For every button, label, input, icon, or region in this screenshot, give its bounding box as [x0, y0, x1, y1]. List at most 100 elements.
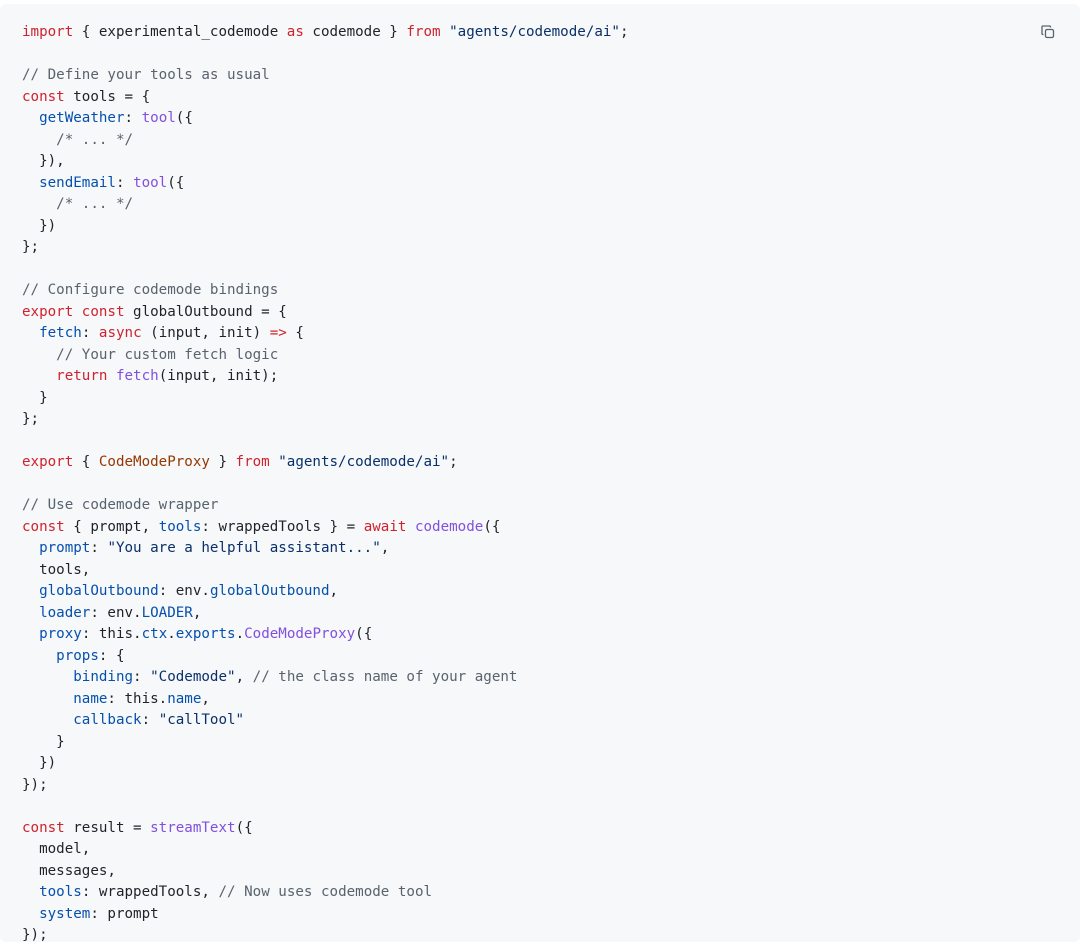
- code-token-plain: result =: [64, 819, 151, 836]
- code-token-plain: ({: [355, 626, 373, 642]
- code-token-plain: : this.: [81, 626, 142, 642]
- code-token-string: "Codemode": [150, 669, 236, 685]
- code-token-plain: .: [167, 626, 176, 642]
- code-token-comment: // Define your tools as usual: [22, 67, 270, 83]
- code-line: tools: wrappedTools, // Now uses codemod…: [22, 882, 1058, 904]
- code-token-plain: ({: [235, 819, 253, 836]
- code-line: const { prompt, tools: wrappedTools } = …: [22, 517, 1058, 539]
- code-line: globalOutbound: env.globalOutbound,: [22, 581, 1058, 603]
- code-token-keyword: const: [22, 518, 65, 535]
- code-token-plain: }): [22, 755, 57, 771]
- code-token-keyword: await: [363, 518, 407, 535]
- code-token-property: tools: [39, 884, 82, 900]
- code-token-property: sendEmail: [39, 174, 116, 191]
- code-token-class: CodeModeProxy: [98, 454, 210, 470]
- code-line: }): [22, 216, 1058, 238]
- code-token-keyword: from: [235, 454, 270, 470]
- code-token-plain: }: [22, 389, 48, 406]
- code-token-function: streamText: [150, 819, 236, 836]
- code-token-property: fetch: [39, 325, 82, 341]
- code-token-keyword: const: [22, 88, 65, 105]
- code-content: import { experimental_codemode as codemo…: [22, 22, 1058, 947]
- code-line: fetch: async (input, init) => {: [22, 323, 1058, 345]
- code-token-plain: };: [22, 411, 40, 427]
- code-token-function: codemode: [414, 518, 484, 535]
- code-token-keyword: return: [56, 368, 108, 384]
- code-token-plain: globalOutbound = {: [124, 303, 287, 320]
- code-line: const tools = {: [22, 87, 1058, 109]
- code-token-plain: }): [22, 217, 57, 234]
- code-token-plain: { experimental_codemode: [73, 24, 287, 40]
- code-token-function: CodeModeProxy: [244, 626, 356, 642]
- code-line: proxy: this.ctx.exports.CodeModeProxy({: [22, 624, 1058, 646]
- code-line: tools,: [22, 560, 1058, 582]
- code-token-plain: : wrappedTools,: [81, 884, 219, 900]
- code-line: loader: env.LOADER,: [22, 603, 1058, 625]
- code-token-keyword: async: [98, 325, 142, 341]
- code-token-string: "You are a helpful assistant...": [107, 540, 381, 556]
- code-line: });: [22, 925, 1058, 947]
- code-token-plain: : env.: [90, 604, 142, 621]
- code-line: // Define your tools as usual: [22, 65, 1058, 87]
- code-token-comment: // Use codemode wrapper: [22, 497, 219, 513]
- code-token-function: tool: [141, 110, 176, 126]
- code-token-string: "agents/codemode/ai": [449, 24, 620, 40]
- code-token-keyword: from: [406, 24, 441, 40]
- code-line: // Your custom fetch logic: [22, 345, 1058, 367]
- code-token-plain: ({: [167, 174, 185, 191]
- code-line: }: [22, 732, 1058, 754]
- code-token-string: "callTool": [158, 712, 245, 728]
- code-token-keyword: const: [22, 819, 65, 836]
- code-token-plain: };: [22, 239, 40, 255]
- code-token-property: loader: [39, 604, 91, 621]
- copy-button[interactable]: [1034, 18, 1062, 46]
- code-token-plain: .: [235, 626, 245, 642]
- code-token-property: globalOutbound: [209, 583, 330, 599]
- code-line: });: [22, 775, 1058, 797]
- code-token-keyword: as: [286, 24, 304, 40]
- code-token-plain: {: [73, 454, 99, 470]
- code-line: binding: "Codemode", // the class name o…: [22, 667, 1058, 689]
- code-token-plain: }),: [22, 153, 65, 169]
- code-token-property: prompt: [39, 540, 91, 556]
- code-token-plain: {: [286, 325, 304, 341]
- code-token-function: fetch: [115, 368, 159, 384]
- code-token-plain: :: [124, 110, 142, 126]
- code-token-plain: }: [209, 454, 236, 470]
- code-token-plain: });: [22, 776, 48, 793]
- code-token-plain: : wrappedTools } =: [201, 518, 364, 535]
- code-token-plain: ,: [201, 690, 210, 707]
- code-line: const result = streamText({: [22, 818, 1058, 840]
- code-token-property: tools: [158, 518, 202, 535]
- copy-icon: [1041, 25, 1055, 39]
- code-line: }),: [22, 151, 1058, 173]
- code-token-property: name: [167, 690, 202, 707]
- code-token-keyword: const: [81, 303, 125, 320]
- code-block: import { experimental_codemode as codemo…: [0, 4, 1080, 943]
- code-token-property: getWeather: [39, 110, 125, 126]
- code-token-plain: messages,: [22, 862, 116, 879]
- code-token-plain: model,: [22, 841, 91, 857]
- code-line: import { experimental_codemode as codemo…: [22, 22, 1058, 44]
- code-token-plain: }: [22, 733, 65, 750]
- code-token-comment: // Now uses codemode tool: [218, 884, 433, 900]
- code-token-comment: /* ... */: [56, 196, 134, 212]
- code-token-string: "agents/codemode/ai": [278, 454, 450, 470]
- code-token-plain: tools,: [22, 561, 91, 578]
- code-line: name: this.name,: [22, 689, 1058, 711]
